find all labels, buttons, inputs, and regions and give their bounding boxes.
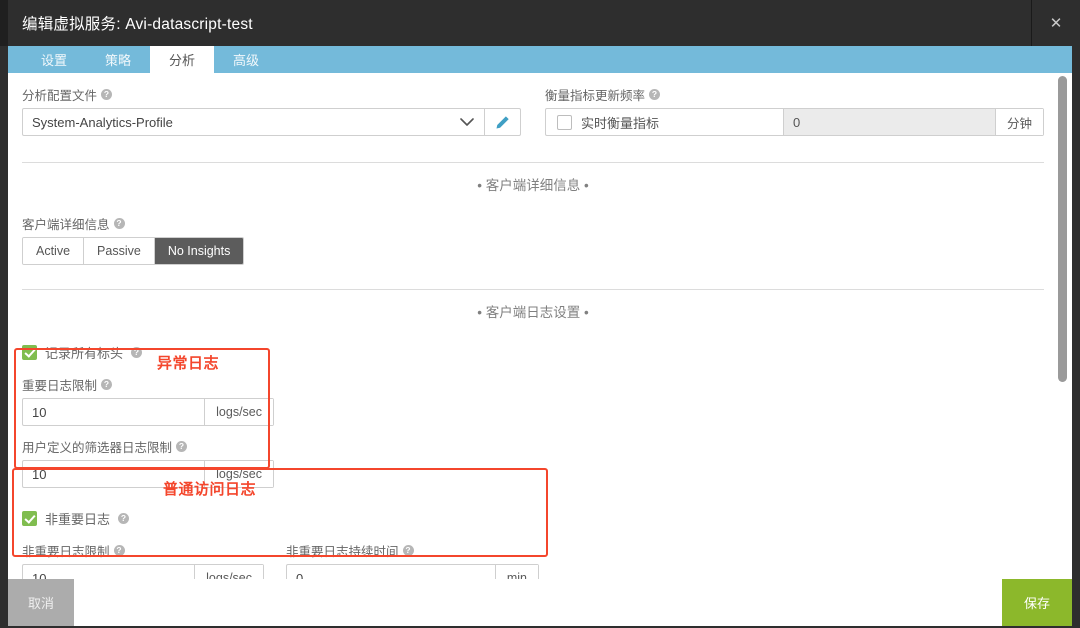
analytics-profile-label-text: 分析配置文件 xyxy=(22,89,98,103)
significant-log-throttle-unit: logs/sec xyxy=(204,399,273,425)
save-button[interactable]: 保存 xyxy=(1002,579,1072,626)
non-significant-log-duration-unit: min xyxy=(494,565,538,579)
help-icon[interactable]: ? xyxy=(101,379,113,390)
non-significant-log-throttle-control: 10 logs/sec xyxy=(22,564,264,579)
top-fields-row: 分析配置文件 ? System-Analytics-Profile 衡量指标更新… xyxy=(8,73,1058,136)
realtime-metrics-toggle[interactable]: 实时衡量指标 xyxy=(546,109,784,135)
non-significant-log-duration-control: 0 min xyxy=(286,564,539,579)
help-icon[interactable]: ? xyxy=(101,89,113,100)
analytics-profile-label: 分析配置文件 ? xyxy=(22,85,521,104)
non-significant-detail-row: 非重要日志限制 ? 10 logs/sec 非重要日志持续时间 ? 0 min xyxy=(8,541,1058,579)
client-insights-section-heading: • 客户端详细信息 • xyxy=(22,162,1044,194)
client-insights-option-active[interactable]: Active xyxy=(23,238,85,264)
tab-settings[interactable]: 设置 xyxy=(22,46,86,73)
log-all-headers-label: 记录所有标头 xyxy=(45,346,124,361)
udf-log-throttle-label: 用户定义的筛选器日志限制 ? xyxy=(22,437,1044,456)
metric-update-frequency-control: 实时衡量指标 0 分钟 xyxy=(545,108,1044,136)
realtime-metrics-label: 实时衡量指标 xyxy=(581,115,660,131)
client-insights-option-passive[interactable]: Passive xyxy=(84,238,155,264)
non-significant-log-throttle-unit: logs/sec xyxy=(194,565,263,579)
dialog-body: 分析配置文件 ? System-Analytics-Profile 衡量指标更新… xyxy=(8,73,1072,579)
annotation-label-abnormal-logs: 异常日志 xyxy=(157,355,220,372)
title-bar-left-edge xyxy=(0,0,8,46)
client-insights-label: 客户端详细信息 ? xyxy=(22,214,1044,233)
log-all-headers-checkbox[interactable] xyxy=(22,345,37,360)
client-insights-option-no-insights[interactable]: No Insights xyxy=(154,238,244,264)
analytics-form: 分析配置文件 ? System-Analytics-Profile 衡量指标更新… xyxy=(8,73,1058,579)
analytics-profile-select[interactable]: System-Analytics-Profile xyxy=(22,108,521,136)
non-significant-log-duration-label: 非重要日志持续时间 ? xyxy=(286,541,539,560)
edit-profile-button[interactable] xyxy=(484,109,520,135)
title-bar: 编辑虚拟服务: Avi-datascript-test ✕ xyxy=(0,0,1080,46)
pencil-icon xyxy=(496,115,509,128)
significant-log-throttle-label: 重要日志限制 ? xyxy=(22,375,1044,394)
realtime-metrics-checkbox[interactable] xyxy=(557,114,572,130)
non-significant-log-duration-label-text: 非重要日志持续时间 xyxy=(286,545,399,559)
non-significant-log-duration-field: 非重要日志持续时间 ? 0 min xyxy=(286,541,539,579)
help-icon[interactable]: ? xyxy=(131,347,143,358)
significant-log-throttle-row: 重要日志限制 ? 10 logs/sec xyxy=(8,375,1058,426)
significant-log-throttle-label-text: 重要日志限制 xyxy=(22,379,98,393)
tab-bar: 设置 策略 分析 高级 xyxy=(8,46,1072,73)
chevron-down-icon[interactable] xyxy=(450,109,484,135)
edit-virtual-service-dialog: 编辑虚拟服务: Avi-datascript-test ✕ 设置 策略 分析 高… xyxy=(0,0,1080,628)
close-icon: ✕ xyxy=(1049,14,1063,32)
metric-update-frequency-label-text: 衡量指标更新频率 xyxy=(545,89,646,103)
non-significant-log-throttle-label-text: 非重要日志限制 xyxy=(22,545,110,559)
client-insights-segmented-control: Active Passive No Insights xyxy=(22,237,245,265)
page-title: 编辑虚拟服务: Avi-datascript-test xyxy=(22,16,253,33)
dialog-footer: 取消 保存 xyxy=(8,579,1072,626)
tab-advanced[interactable]: 高级 xyxy=(214,46,278,73)
footer-spacer xyxy=(74,579,1002,626)
client-log-settings-section-heading: • 客户端日志设置 • xyxy=(22,289,1044,321)
metric-update-frequency-input[interactable]: 0 xyxy=(784,109,995,135)
metric-update-frequency-field: 衡量指标更新频率 ? 实时衡量指标 0 分钟 xyxy=(545,85,1044,136)
cancel-button[interactable]: 取消 xyxy=(8,579,74,626)
client-insights-label-text: 客户端详细信息 xyxy=(22,218,110,232)
tab-policies[interactable]: 策略 xyxy=(86,46,150,73)
help-icon[interactable]: ? xyxy=(113,218,125,229)
close-button[interactable]: ✕ xyxy=(1031,0,1080,46)
help-icon[interactable]: ? xyxy=(176,441,188,452)
non-significant-log-throttle-field: 非重要日志限制 ? 10 logs/sec xyxy=(22,541,264,579)
non-significant-log-throttle-label: 非重要日志限制 ? xyxy=(22,541,264,560)
non-significant-log-duration-input[interactable]: 0 xyxy=(287,565,495,580)
non-significant-log-throttle-input[interactable]: 10 xyxy=(23,565,194,580)
client-insights-row: 客户端详细信息 ? Active Passive No Insights xyxy=(8,214,1058,265)
help-icon[interactable]: ? xyxy=(118,513,130,524)
annotation-label-normal-access-logs: 普通访问日志 xyxy=(163,481,257,498)
analytics-profile-value: System-Analytics-Profile xyxy=(32,114,173,130)
non-significant-logs-checkbox[interactable] xyxy=(22,511,37,526)
help-icon[interactable]: ? xyxy=(402,545,414,556)
tab-analytics[interactable]: 分析 xyxy=(150,46,215,73)
significant-log-throttle-input[interactable]: 10 xyxy=(23,399,204,425)
help-icon[interactable]: ? xyxy=(649,89,661,100)
analytics-profile-field: 分析配置文件 ? System-Analytics-Profile xyxy=(22,85,521,136)
non-significant-logs-row: 非重要日志 ? xyxy=(8,509,1058,528)
help-icon[interactable]: ? xyxy=(113,545,125,556)
metric-update-frequency-unit: 分钟 xyxy=(994,109,1043,135)
vertical-scrollbar[interactable] xyxy=(1057,73,1070,579)
metric-update-frequency-label: 衡量指标更新频率 ? xyxy=(545,85,1044,104)
scrollbar-thumb[interactable] xyxy=(1058,76,1067,382)
non-significant-logs-label: 非重要日志 xyxy=(45,512,111,527)
non-significant-logs-toggle[interactable]: 非重要日志 ? xyxy=(22,509,1044,528)
udf-log-throttle-label-text: 用户定义的筛选器日志限制 xyxy=(22,441,173,455)
significant-log-throttle-control: 10 logs/sec xyxy=(22,398,274,426)
